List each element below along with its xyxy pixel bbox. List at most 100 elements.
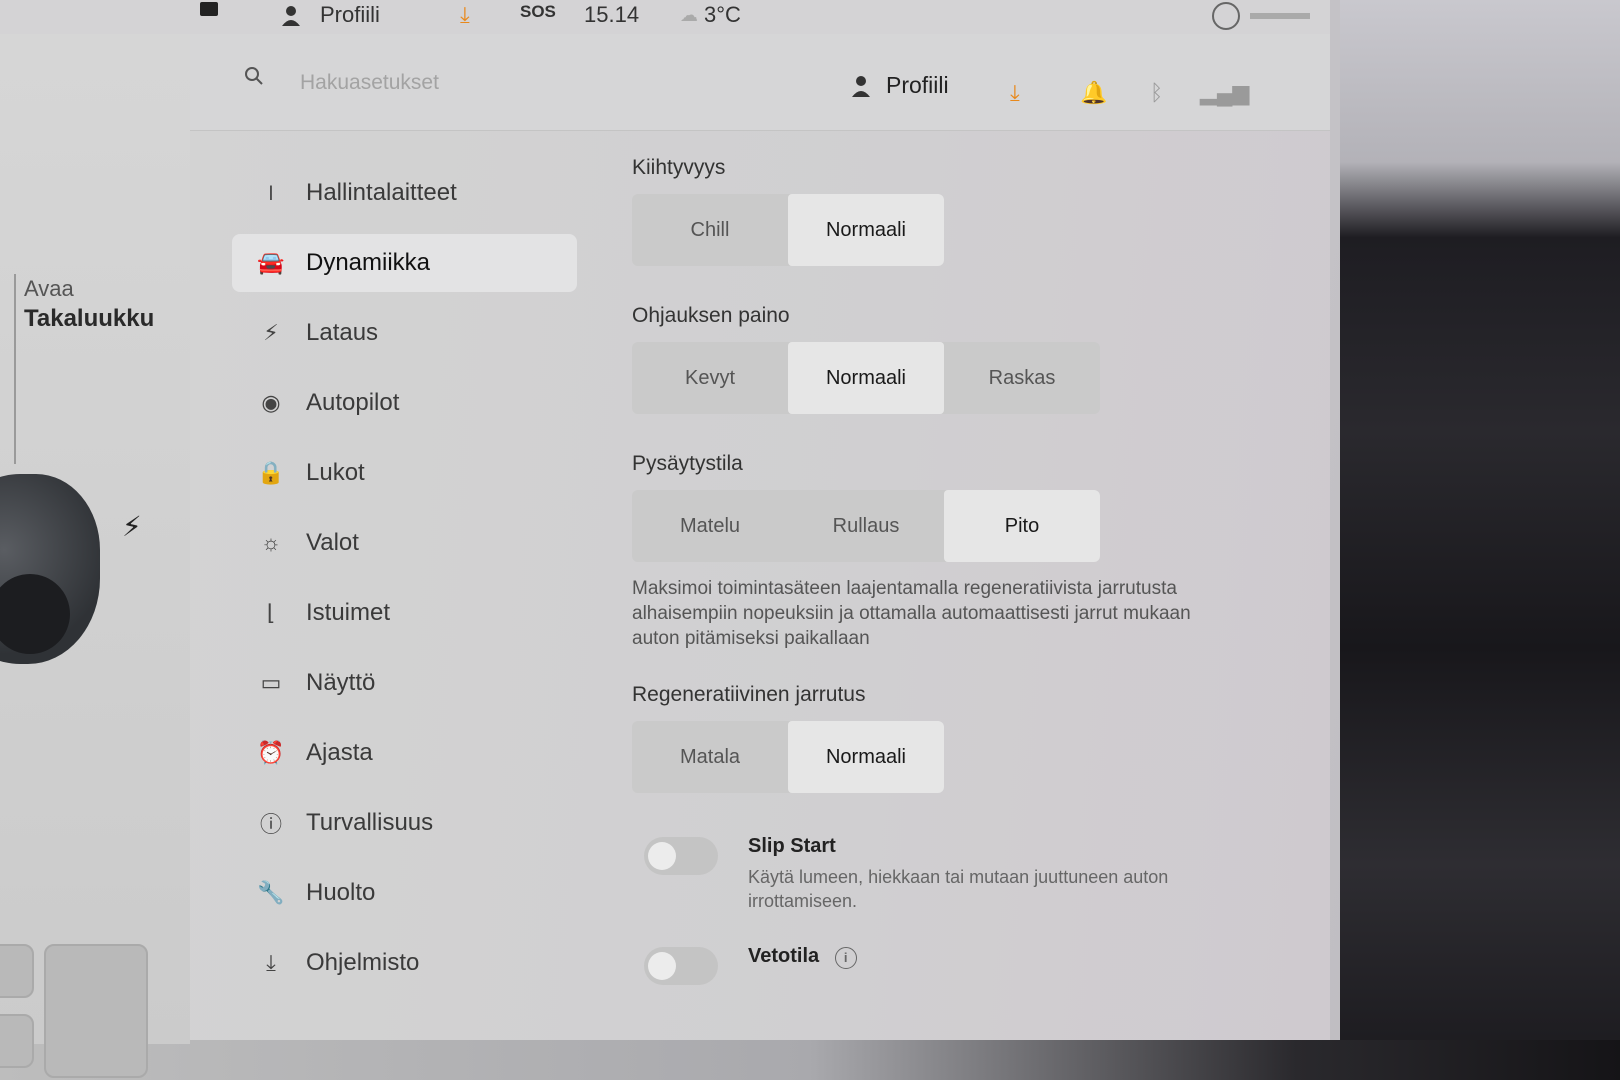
clock: 15.14 [584,2,639,28]
regen-option-low[interactable]: Matala [632,721,788,793]
sidebar-item-hallintalaitteet[interactable]: ⏽ Hallintalaitteet [232,164,577,222]
slip-start-description: Käytä lumeen, hiekkaan tai mutaan juuttu… [748,867,1169,911]
status-bar: Profiili ⤓ SOS 15.14 ☁ 3°C [0,0,1330,34]
weather-icon: ☁ [680,4,698,25]
search-icon[interactable] [244,66,264,86]
airbag-icon [1212,2,1240,30]
acceleration-option-normal[interactable]: Normaali [788,194,944,266]
trunk-label-action: Avaa [24,276,74,301]
sidebar-item-lukot[interactable]: 🔒 Lukot [232,444,577,502]
trunk-label-object: Takaluukku [24,305,155,332]
regen-option-normal[interactable]: Normaali [788,721,944,793]
slip-start-row: Slip Start Käytä lumeen, hiekkaan tai mu… [632,829,1292,939]
signal-icon[interactable]: ▂▄▆ [1200,80,1249,106]
stop-mode-option-roll[interactable]: Rullaus [788,490,944,562]
sidebar-item-ohjelmisto[interactable]: ⤓ Ohjelmisto [232,934,577,992]
charge-port-bolt-icon[interactable]: ⚡ [122,510,142,543]
sidebar-item-label: Istuimet [306,599,391,626]
passenger-airbag-indicator [1212,2,1310,30]
seat-map [0,934,180,1078]
sidebar-item-valot[interactable]: ☼ Valot [232,514,577,572]
display-icon: ▭ [260,670,282,695]
alarm-clock-icon: ⏰ [257,740,285,765]
sidebar-item-ajasta[interactable]: ⏰ Ajasta [232,724,577,782]
status-app-icon [200,2,218,16]
stop-mode-option-creep[interactable]: Matelu [632,490,788,562]
seat-icon [44,944,148,1078]
acceleration-title: Kiihtyvyys [632,156,726,179]
sidebar-item-turvallisuus[interactable]: ⓘ Turvallisuus [232,794,577,852]
settings-screen: Profiili ⤓ 🔔 ᛒ ▂▄▆ ⏽ Hallintalaitteet 🚘 Dyn… [190,34,1330,1040]
sidebar-item-autopilot[interactable]: ◉ Autopilot [232,374,577,432]
screen-bezel [0,1040,1620,1080]
sidebar-item-label: Näyttö [306,669,376,696]
download-icon[interactable]: ⤓ [1010,80,1020,106]
toggle-knob [648,842,676,870]
steering-title: Ohjauksen paino [632,304,790,327]
clock-time: 15.14 [584,2,640,27]
search-bar: Profiili ⤓ 🔔 ᛒ ▂▄▆ [190,34,1330,131]
car-icon: 🚘 [257,250,285,275]
lock-icon: 🔒 [257,460,285,485]
search-input[interactable] [298,66,722,100]
sidebar-item-label: Dynamiikka [306,249,431,276]
sidebar-item-dynamiikka[interactable]: 🚘 Dynamiikka [232,234,577,292]
open-trunk-button[interactable]: Avaa Takaluukku [24,274,154,334]
sidebar-item-label: Huolto [306,879,376,906]
slip-start-toggle[interactable] [644,837,718,875]
profile-button[interactable]: Profiili [850,72,949,99]
steering-option-normal[interactable]: Normaali [788,342,944,414]
profile-label: Profiili [886,72,949,98]
trunk-indicator-line [14,274,16,464]
wrench-icon: 🔧 [257,880,285,905]
stop-mode-description: Maksimoi toimintasäteen laajentamalla re… [632,578,1191,649]
traction-toggle[interactable] [644,947,718,985]
sidebar-item-lataus[interactable]: ⚡ Lataus [232,304,577,362]
status-profile-label: Profiili [320,2,380,27]
bolt-icon: ⚡ [263,320,279,345]
sidebar-item-label: Ajasta [306,739,373,766]
temperature: ☁ 3°C [680,2,741,28]
sidebar-item-n-ytt-[interactable]: ▭ Näyttö [232,654,577,712]
settings-sidebar: ⏽ Hallintalaitteet 🚘 Dynamiikka ⚡ Lataus ◉ Auto… [232,164,577,1004]
seat-icon [0,944,34,998]
regen-title: Regeneratiivinen jarrutus [632,683,866,706]
info-circle-icon: ⓘ [259,812,282,837]
sidebar-item-label: Lukot [306,459,365,486]
steering-option-light[interactable]: Kevyt [632,342,788,414]
sos-label: SOS [520,2,556,21]
light-icon: ☼ [260,530,282,555]
bell-icon[interactable]: 🔔 [1080,80,1107,106]
seat-icon [0,1014,34,1068]
status-profile[interactable]: Profiili [280,2,380,28]
steering-selector: Kevyt Normaali Raskas [632,342,1100,414]
sidebar-item-istuimet[interactable]: ⌊ Istuimet [232,584,577,642]
dashboard-background [1340,0,1620,1080]
stop-mode-selector: Matelu Rullaus Pito [632,490,1100,562]
traction-row: Vetotila i [632,939,1292,999]
sidebar-item-huolto[interactable]: 🔧 Huolto [232,864,577,922]
car-panel: Avaa Takaluukku ⚡ [0,34,190,1078]
sidebar-item-label: Hallintalaitteet [306,179,457,206]
sos-button[interactable]: SOS [520,2,556,22]
steering-wheel-icon: ◉ [261,390,281,415]
person-icon [852,75,870,97]
download-icon: ⤓ [266,950,276,975]
info-icon[interactable]: i [834,947,857,969]
acceleration-option-chill[interactable]: Chill [632,194,788,266]
regen-selector: Matala Normaali [632,721,944,793]
traction-label: Vetotila [748,945,820,967]
status-download-icon[interactable]: ⤓ [460,2,470,28]
temperature-value: 3°C [704,2,741,27]
steering-option-heavy[interactable]: Raskas [944,342,1100,414]
bluetooth-icon[interactable]: ᛒ [1150,80,1163,106]
traction-label-wrap: Vetotila i [748,945,857,969]
sidebar-item-label: Autopilot [306,389,400,416]
stop-mode-title: Pysäytystila [632,452,743,475]
acceleration-selector: Chill Normaali [632,194,944,266]
stop-mode-option-hold[interactable]: Pito [944,490,1100,562]
toggle-knob [648,952,676,980]
dynamics-panel: Kiihtyvyys Chill Normaali Ohjauksen pain… [632,154,1292,999]
sidebar-item-label: Valot [306,529,359,556]
sidebar-item-label: Lataus [306,319,379,346]
